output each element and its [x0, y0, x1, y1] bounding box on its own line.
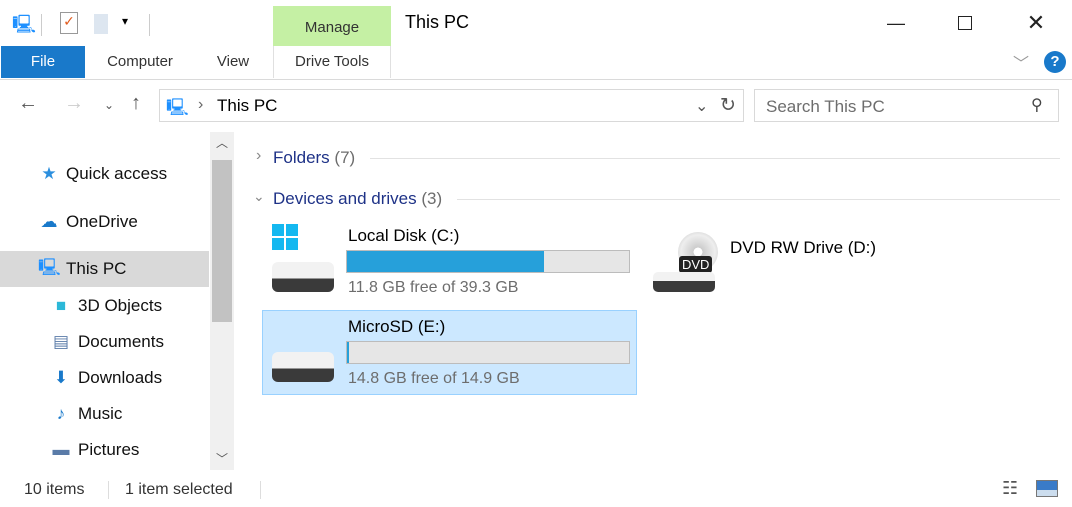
pictures-icon: ▬ [52, 440, 70, 459]
divider [457, 199, 1060, 200]
usage-bar-fill [347, 251, 545, 272]
sidebar-item-this-pc[interactable]: 🖳 This PC [0, 251, 209, 287]
divider [108, 481, 109, 499]
close-button[interactable]: ✕ [1013, 0, 1059, 46]
manage-context-label: Manage [273, 6, 391, 46]
address-bar[interactable]: 🖳 › This PC ⌄ ↻ [159, 89, 744, 122]
divider [260, 481, 261, 499]
sidebar-item-label: Documents [78, 332, 164, 351]
drive-icon [272, 352, 334, 382]
drive-icon [653, 272, 715, 292]
sidebar-item-onedrive[interactable]: ☁ OneDrive [0, 204, 209, 240]
tab-computer[interactable]: Computer [95, 46, 185, 78]
divider [0, 79, 1072, 80]
sidebar-item-pictures[interactable]: ▬ Pictures [0, 432, 209, 468]
breadcrumb-this-pc[interactable]: This PC [217, 96, 277, 116]
scroll-down-icon[interactable]: ﹀ [216, 450, 228, 467]
sidebar-item-documents[interactable]: ▤ Documents [0, 324, 209, 360]
computer-icon[interactable]: 🖳 [12, 12, 36, 42]
tab-file[interactable]: File [1, 46, 85, 78]
divider [41, 14, 42, 36]
group-devices-and-drives[interactable]: Devices and drives (3) [273, 189, 442, 209]
close-icon: ✕ [1026, 10, 1046, 35]
window-title: This PC [405, 12, 470, 32]
scroll-up-icon[interactable]: ︿ [216, 134, 228, 151]
collapse-chevron-icon[interactable]: ⌄ [253, 188, 265, 205]
scrollbar-thumb[interactable] [212, 160, 232, 322]
breadcrumb-chevron-icon[interactable]: › [198, 96, 203, 114]
divider [149, 14, 150, 36]
refresh-icon[interactable]: ↻ [720, 94, 736, 117]
address-dropdown-icon[interactable]: ⌄ [695, 96, 708, 116]
music-icon: ♪ [56, 404, 66, 423]
cube-icon: ■ [55, 296, 67, 315]
new-folder-icon[interactable] [94, 14, 108, 34]
usage-bar-fill [347, 342, 349, 363]
back-button[interactable]: ← [18, 92, 38, 115]
dvd-drive-icon: DVD [679, 256, 713, 273]
drive-free-space: 14.8 GB free of 14.9 GB [348, 370, 520, 387]
drive-icon [272, 262, 334, 292]
drive-item-d[interactable]: DVD DVD RW Drive (D:) [645, 220, 1020, 304]
group-label: Folders [273, 148, 330, 167]
sidebar-item-quick-access[interactable]: ★ Quick access [0, 156, 209, 192]
computer-icon: 🖳 [166, 98, 189, 117]
drive-name: MicroSD (E:) [348, 317, 446, 336]
search-icon[interactable]: ⚲ [1031, 95, 1043, 115]
download-icon: ⬇ [53, 368, 69, 387]
status-selected-count: 1 item selected [125, 481, 233, 498]
drive-name: DVD RW Drive (D:) [730, 238, 877, 257]
computer-icon: 🖳 [38, 257, 61, 277]
sidebar-scrollbar[interactable]: ︿ ﹀ [210, 132, 234, 470]
large-icons-view-icon[interactable] [1036, 480, 1058, 497]
expand-ribbon-icon[interactable]: ﹀ [1013, 50, 1029, 74]
details-view-icon[interactable]: ☷ [1002, 478, 1018, 499]
status-item-count: 10 items [24, 481, 85, 498]
forward-button[interactable]: → [64, 92, 84, 115]
sidebar-item-music[interactable]: ♪ Music [0, 396, 209, 432]
up-button[interactable]: ↑ [131, 92, 141, 115]
tab-drive-tools[interactable]: Drive Tools [273, 46, 391, 78]
usage-bar [346, 341, 630, 364]
maximize-button[interactable] [942, 0, 988, 46]
group-folders[interactable]: Folders (7) [273, 148, 355, 168]
help-icon[interactable]: ? [1044, 51, 1066, 73]
minimize-button[interactable]: — [873, 0, 919, 46]
minimize-icon: — [887, 12, 905, 33]
cloud-icon: ☁ [40, 212, 58, 231]
properties-icon[interactable]: ✓ [60, 12, 78, 34]
sidebar-item-label: Quick access [66, 164, 168, 183]
drive-name: Local Disk (C:) [348, 226, 460, 245]
sidebar-item-3d-objects[interactable]: ■ 3D Objects [0, 288, 209, 324]
drive-item-e[interactable]: MicroSD (E:) 14.8 GB free of 14.9 GB [262, 310, 637, 395]
sidebar-item-label: Pictures [78, 440, 140, 459]
group-count: (7) [334, 148, 356, 167]
sidebar-item-label: 3D Objects [78, 296, 163, 315]
customize-qat-icon[interactable]: ▾ [122, 14, 128, 28]
tab-view[interactable]: View [203, 46, 263, 78]
windows-drive-icon [272, 224, 298, 250]
recent-locations-button[interactable]: ⌄ [104, 98, 114, 112]
search-placeholder: Search This PC [766, 97, 885, 116]
sidebar-item-downloads[interactable]: ⬇ Downloads [0, 360, 209, 396]
search-input[interactable]: Search This PC ⚲ [754, 89, 1059, 122]
group-count: (3) [421, 189, 443, 208]
expand-chevron-icon[interactable]: › [256, 147, 261, 165]
maximize-icon [958, 16, 972, 30]
drive-item-c[interactable]: Local Disk (C:) 11.8 GB free of 39.3 GB [262, 220, 637, 304]
document-icon: ▤ [52, 332, 70, 351]
sidebar-item-label: This PC [66, 259, 127, 278]
group-label: Devices and drives [273, 189, 417, 208]
drive-free-space: 11.8 GB free of 39.3 GB [348, 279, 519, 296]
sidebar-item-label: OneDrive [66, 212, 138, 231]
divider [370, 158, 1060, 159]
sidebar-item-label: Downloads [78, 368, 163, 387]
sidebar-item-label: Music [78, 404, 123, 423]
usage-bar [346, 250, 630, 273]
star-icon: ★ [41, 164, 57, 183]
